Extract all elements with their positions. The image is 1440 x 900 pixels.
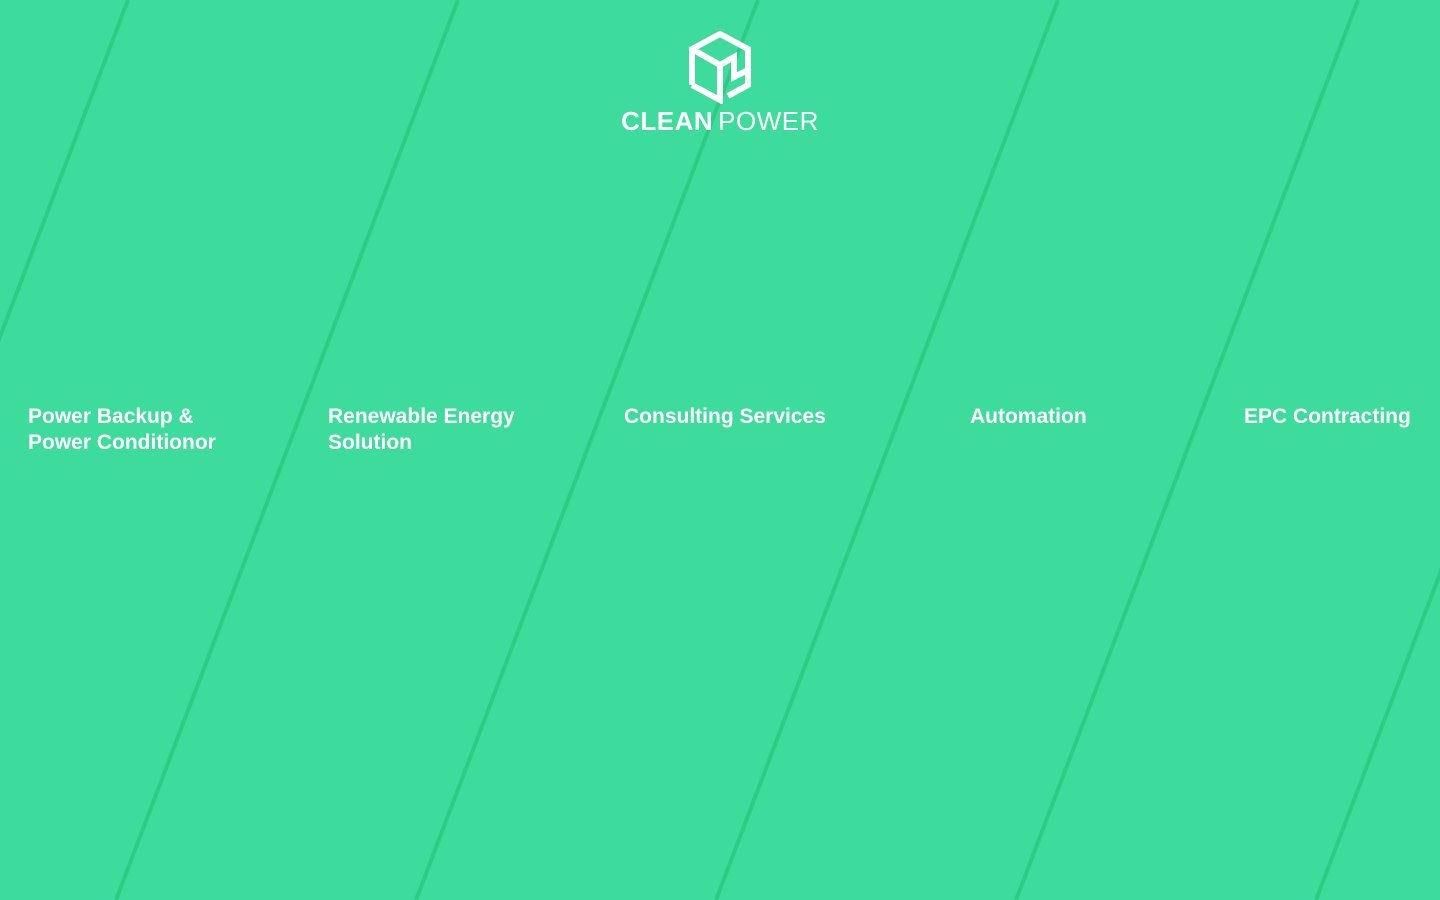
service-label-line1: Consulting Services xyxy=(624,405,826,428)
cube-icon xyxy=(689,30,751,104)
service-epc-contracting[interactable]: EPC Contracting xyxy=(1244,404,1411,430)
service-label-line1: EPC Contracting xyxy=(1244,405,1411,428)
service-automation[interactable]: Automation xyxy=(970,404,1087,430)
brand-word-clean: CLEAN xyxy=(621,106,714,136)
service-consulting[interactable]: Consulting Services xyxy=(624,404,826,430)
service-label-line1: Power Backup & xyxy=(28,405,194,428)
service-renewable-energy[interactable]: Renewable Energy Solution xyxy=(328,404,515,456)
service-label-line2: Power Conditionor xyxy=(28,431,216,454)
brand-wordmark: CLEAN POWER xyxy=(620,106,820,136)
service-label-line2: Solution xyxy=(328,431,412,454)
service-power-backup[interactable]: Power Backup & Power Conditionor xyxy=(28,404,216,456)
service-label-line1: Automation xyxy=(970,405,1087,428)
brand-word-power: POWER xyxy=(718,106,819,136)
service-label-line1: Renewable Energy xyxy=(328,405,515,428)
brand-logo[interactable]: CLEAN POWER xyxy=(620,30,820,140)
